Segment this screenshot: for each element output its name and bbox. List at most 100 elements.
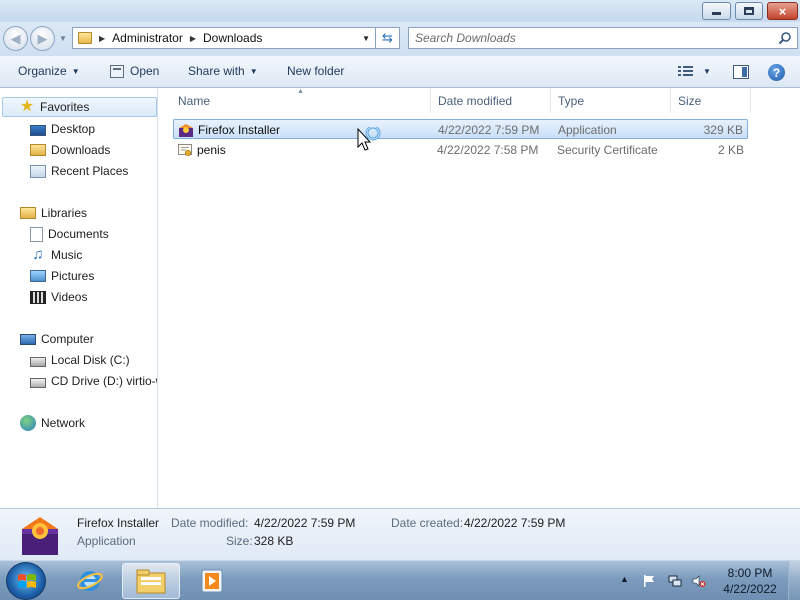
folder-icon	[78, 32, 92, 44]
nav-item-cd-drive[interactable]: CD Drive (D:) virtio-w	[30, 371, 157, 391]
change-view-icon[interactable]	[678, 65, 693, 78]
minimize-button[interactable]	[702, 2, 731, 20]
nav-libraries[interactable]: Libraries	[20, 203, 87, 223]
organize-button[interactable]: Organize ▼	[18, 64, 80, 78]
organize-label: Organize	[18, 64, 67, 78]
column-header-type[interactable]: Type	[553, 88, 671, 113]
refresh-button[interactable]: ⇆	[376, 27, 400, 49]
file-name: penis	[197, 143, 226, 157]
breadcrumb-downloads[interactable]: Downloads	[203, 31, 262, 45]
back-button[interactable]: ◀	[3, 26, 28, 51]
nav-label: Desktop	[51, 122, 96, 136]
address-dropdown-icon[interactable]: ▼	[362, 34, 370, 43]
documents-icon	[30, 226, 43, 242]
file-type: Security Certificate	[557, 143, 658, 157]
details-file-name: Firefox Installer	[77, 516, 160, 530]
column-header-size[interactable]: Size	[673, 88, 751, 113]
nav-network[interactable]: Network	[20, 413, 85, 433]
nav-label: Local Disk (C:)	[51, 353, 130, 367]
nav-computer[interactable]: Computer	[20, 329, 94, 349]
view-options-dropdown-icon[interactable]: ▼	[703, 67, 711, 76]
file-row[interactable]: penis 4/22/2022 7:58 PM Security Certifi…	[173, 140, 748, 160]
nav-item-desktop[interactable]: Desktop	[30, 119, 95, 139]
restore-icon	[744, 7, 754, 15]
address-bar[interactable]: ▶ Administrator ▶ Downloads ▼	[72, 27, 376, 49]
taskbar-windows-explorer[interactable]	[122, 563, 180, 599]
help-icon[interactable]: ?	[768, 64, 785, 81]
forward-button[interactable]: ▶	[30, 26, 55, 51]
windows-explorer-icon	[136, 569, 166, 594]
start-button[interactable]	[6, 562, 46, 600]
breadcrumb-separator-icon[interactable]: ▶	[99, 34, 105, 43]
taskbar-internet-explorer[interactable]	[61, 563, 119, 599]
nav-label: Favorites	[40, 100, 90, 114]
windows-logo-icon	[18, 574, 36, 588]
breadcrumb-administrator[interactable]: Administrator	[112, 31, 183, 45]
details-size: 328 KB	[254, 534, 294, 548]
action-center-flag-icon[interactable]	[642, 574, 656, 588]
nav-item-pictures[interactable]: Pictures	[30, 266, 94, 286]
clock-date: 4/22/2022	[723, 582, 777, 596]
share-with-label: Share with	[188, 64, 245, 78]
recent-pages-dropdown-icon[interactable]: ▼	[59, 34, 67, 43]
new-folder-label: New folder	[287, 64, 345, 78]
search-icon[interactable]	[778, 31, 792, 45]
open-button[interactable]: Open	[110, 64, 159, 78]
nav-item-local-disk[interactable]: Local Disk (C:)	[30, 350, 130, 370]
certificate-icon	[178, 144, 192, 156]
share-with-button[interactable]: Share with ▼	[188, 64, 258, 78]
file-size: 329 KB	[703, 123, 743, 137]
refresh-icon: ⇆	[382, 30, 393, 45]
details-date-created-label: Date created:	[391, 516, 464, 530]
videos-icon	[30, 290, 46, 304]
preview-pane-icon[interactable]	[733, 65, 749, 79]
details-pane: Firefox Installer Application Date modif…	[0, 508, 800, 560]
nav-item-downloads[interactable]: Downloads	[30, 140, 110, 160]
libraries-icon	[20, 207, 36, 219]
navigation-pane: ★ Favorites Desktop Downloads Recent Pla…	[0, 88, 158, 508]
nav-label: Music	[51, 248, 83, 262]
search-box	[408, 27, 798, 49]
search-input[interactable]	[415, 31, 755, 45]
details-size-label: Size:	[226, 534, 253, 548]
command-bar: Organize ▼ Open Share with ▼ New folder ▼ …	[0, 56, 800, 88]
chevron-down-icon: ▼	[249, 66, 258, 76]
nav-item-videos[interactable]: Videos	[30, 287, 87, 307]
details-date-modified-label: Date modified:	[171, 516, 249, 530]
recent-places-icon	[30, 164, 46, 178]
computer-icon	[20, 333, 36, 345]
file-size: 2 KB	[717, 143, 744, 157]
file-type: Application	[558, 123, 617, 137]
firefox-installer-icon	[179, 124, 193, 137]
file-row[interactable]: Firefox Installer 4/22/2022 7:59 PM Appl…	[173, 119, 748, 139]
taskbar-media-player[interactable]	[183, 563, 241, 599]
chevron-down-icon: ▼	[71, 66, 80, 76]
nav-label: Network	[41, 416, 86, 430]
clock-time: 8:00 PM	[727, 566, 773, 580]
forward-arrow-icon: ▶	[37, 30, 48, 46]
details-file-type: Application	[77, 534, 136, 548]
volume-muted-icon[interactable]	[692, 574, 706, 588]
close-button[interactable]: ×	[767, 2, 798, 20]
nav-item-documents[interactable]: Documents	[30, 224, 109, 244]
nav-label: Recent Places	[51, 164, 129, 178]
star-icon: ★	[19, 98, 35, 115]
cd-drive-icon	[30, 378, 46, 388]
back-arrow-icon: ◀	[10, 30, 21, 46]
maximize-button[interactable]	[735, 2, 763, 20]
network-status-icon[interactable]	[668, 574, 682, 588]
details-date-modified: 4/22/2022 7:59 PM	[254, 516, 356, 530]
new-folder-button[interactable]: New folder	[287, 64, 344, 78]
show-hidden-icons-icon[interactable]: ▲	[620, 574, 634, 588]
nav-item-recent-places[interactable]: Recent Places	[30, 161, 128, 181]
system-clock[interactable]: 8:00 PM 4/22/2022	[718, 565, 782, 597]
column-header-name[interactable]: Name	[173, 88, 431, 113]
open-icon	[110, 64, 124, 78]
nav-favorites[interactable]: ★ Favorites	[2, 97, 157, 117]
show-desktop-button[interactable]	[788, 561, 800, 600]
column-header-date-modified[interactable]: Date modified	[433, 88, 551, 113]
network-icon	[20, 415, 36, 431]
breadcrumb-separator-icon[interactable]: ▶	[190, 34, 196, 43]
nav-item-music[interactable]: ♫ Music	[30, 245, 82, 265]
firefox-installer-large-icon	[22, 517, 58, 555]
